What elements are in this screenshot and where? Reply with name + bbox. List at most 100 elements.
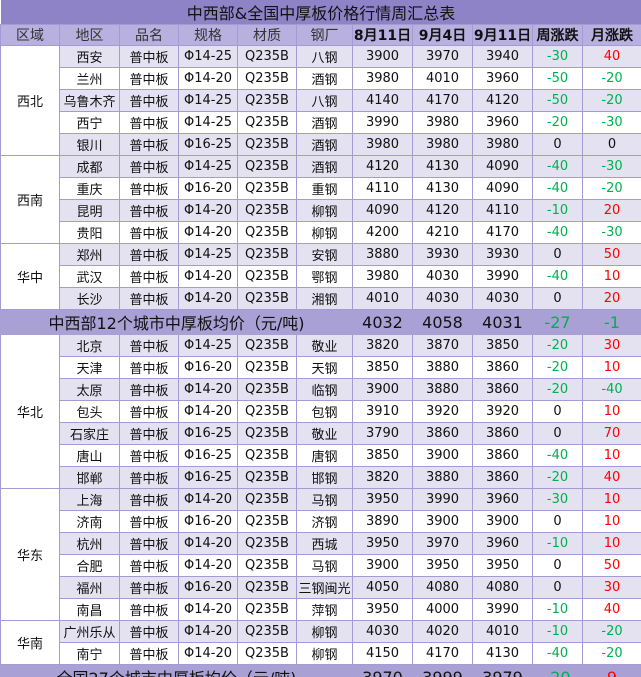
material: Q235B	[237, 466, 297, 489]
average-monthly-change: -1	[581, 309, 641, 335]
price-sep4: 4000	[412, 598, 473, 621]
weekly-change: 0	[532, 287, 583, 310]
price-aug11: 4010	[352, 287, 413, 310]
mill: 邯钢	[296, 466, 353, 489]
spec: Φ14-20	[178, 488, 238, 511]
price-aug11: 4140	[352, 89, 413, 112]
material: Q235B	[237, 111, 297, 134]
monthly-change: 40	[581, 598, 641, 621]
mill: 柳钢	[296, 620, 353, 643]
column-header: 钢厂	[296, 24, 353, 46]
price-aug11: 4030	[352, 620, 413, 643]
average-price-sep11: 3979	[472, 664, 533, 677]
mill: 湘钢	[296, 287, 353, 310]
city: 贵阳	[59, 221, 120, 244]
city: 南宁	[59, 642, 120, 665]
price-aug11: 3990	[352, 111, 413, 134]
monthly-change: -40	[581, 378, 641, 401]
column-header: 品名	[119, 24, 179, 46]
price-sep4: 3970	[412, 45, 473, 68]
mill: 唐钢	[296, 444, 353, 467]
spec: Φ16-20	[178, 510, 238, 533]
weekly-change: 0	[532, 554, 583, 577]
price-sep11: 4030	[472, 287, 533, 310]
mill: 三钢闽光	[296, 576, 353, 599]
product: 普中板	[119, 488, 179, 511]
product: 普中板	[119, 422, 179, 445]
product: 普中板	[119, 532, 179, 555]
spec: Φ16-20	[178, 576, 238, 599]
monthly-change: 50	[581, 554, 641, 577]
city: 乌鲁木齐	[59, 89, 120, 112]
column-header: 区域	[0, 24, 60, 46]
average-label: 中西部12个城市中厚板均价（元/吨)	[0, 309, 353, 335]
price-sep4: 4130	[412, 177, 473, 200]
price-sep11: 3920	[472, 400, 533, 423]
price-aug11: 4050	[352, 576, 413, 599]
mill: 酒钢	[296, 155, 353, 178]
mill: 八钢	[296, 89, 353, 112]
product: 普中板	[119, 111, 179, 134]
material: Q235B	[237, 378, 297, 401]
price-sep11: 4090	[472, 155, 533, 178]
region-cell: 华北	[0, 334, 60, 489]
city: 合肥	[59, 554, 120, 577]
product: 普中板	[119, 356, 179, 379]
monthly-change: 20	[581, 199, 641, 222]
table-row: 长沙 普中板 Φ14-20 Q235B 湘钢 4010 4030 4030 0 20	[1, 287, 641, 310]
mill: 柳钢	[296, 221, 353, 244]
spec: Φ14-20	[178, 642, 238, 665]
spec: Φ14-20	[178, 532, 238, 555]
monthly-change: 50	[581, 243, 641, 266]
table-row: 银川 普中板 Φ16-25 Q235B 酒钢 3980 3980 3980 0 0	[1, 133, 641, 156]
spec: Φ16-20	[178, 356, 238, 379]
price-aug11: 3900	[352, 554, 413, 577]
price-sep11: 3850	[472, 334, 533, 357]
monthly-change: -20	[581, 620, 641, 643]
price-aug11: 3950	[352, 598, 413, 621]
weekly-change: -40	[532, 265, 583, 288]
average-row: 全国27个城市中厚板均价（元/吨)397039993979-209	[0, 664, 641, 677]
product: 普中板	[119, 199, 179, 222]
material: Q235B	[237, 221, 297, 244]
mill: 八钢	[296, 45, 353, 68]
table-row: 合肥 普中板 Φ14-20 Q235B 马钢 3900 3950 3950 0 50	[1, 554, 641, 577]
spec: Φ16-25	[178, 444, 238, 467]
city: 银川	[59, 133, 120, 156]
price-sep11: 3860	[472, 466, 533, 489]
monthly-change: 30	[581, 576, 641, 599]
city: 长沙	[59, 287, 120, 310]
monthly-change: 40	[581, 45, 641, 68]
mill: 酒钢	[296, 111, 353, 134]
price-aug11: 3820	[352, 466, 413, 489]
city: 邯郸	[59, 466, 120, 489]
price-sep11: 3860	[472, 444, 533, 467]
city: 济南	[59, 510, 120, 533]
monthly-change: 10	[581, 510, 641, 533]
price-sep4: 3950	[412, 554, 473, 577]
spec: Φ14-20	[178, 598, 238, 621]
price-sep11: 3990	[472, 598, 533, 621]
monthly-change: 0	[581, 133, 641, 156]
price-aug11: 3950	[352, 488, 413, 511]
price-summary-sheet: 中西部&全国中厚板价格行情周汇总表 区域 地区 品名 规格 材质 钢厂 8月11日 9月4日 9…	[0, 0, 641, 677]
material: Q235B	[237, 444, 297, 467]
price-sep4: 3860	[412, 422, 473, 445]
table-row: 华南 广州乐从 普中板 Φ14-20 Q235B 柳钢 4030 4020 4010 -10 -20	[0, 620, 641, 665]
monthly-change: -20	[581, 177, 641, 200]
material: Q235B	[237, 422, 297, 445]
average-row: 中西部12个城市中厚板均价（元/吨) 4032 4058 4031 -27 -1	[0, 309, 641, 335]
city: 广州乐从	[59, 620, 120, 643]
material: Q235B	[237, 620, 297, 643]
spec: Φ14-20	[178, 67, 238, 90]
price-sep4: 3880	[412, 378, 473, 401]
monthly-change: -30	[581, 111, 641, 134]
price-sep11: 3860	[472, 422, 533, 445]
city: 天津	[59, 356, 120, 379]
spec: Φ14-25	[178, 45, 238, 68]
price-aug11: 3910	[352, 400, 413, 423]
price-sep4: 3980	[412, 111, 473, 134]
city: 兰州	[59, 67, 120, 90]
city: 西安	[59, 45, 120, 68]
material: Q235B	[237, 488, 297, 511]
